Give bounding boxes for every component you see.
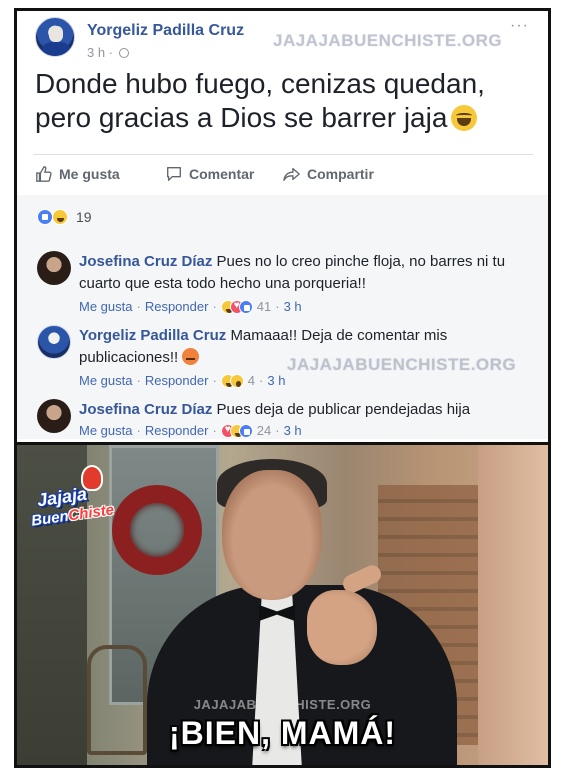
share-icon xyxy=(283,167,300,181)
comment-time[interactable]: 3 h xyxy=(284,299,302,314)
commenter-avatar[interactable] xyxy=(37,399,71,433)
site-logo: Jajaja BuenChiste xyxy=(30,465,127,535)
comment-time[interactable]: 3 h xyxy=(284,423,302,438)
haha-reaction-icon xyxy=(52,209,68,225)
reaction-count: 19 xyxy=(76,209,92,225)
avatar-body xyxy=(42,42,70,56)
laughing-emoji-icon xyxy=(451,105,478,131)
angry-emoji-icon xyxy=(182,348,200,365)
watermark: JAJAJABUENCHISTE.ORG xyxy=(273,31,503,50)
comment-reactions[interactable] xyxy=(220,373,244,388)
comment-reaction-count: 41 xyxy=(256,299,272,314)
divider xyxy=(33,154,533,155)
reaction-summary[interactable]: 19 xyxy=(37,209,92,225)
meme-frame: Yorgeliz Padilla Cruz 3 h · ··· JAJAJABU… xyxy=(14,8,551,768)
commenter-avatar[interactable] xyxy=(37,251,71,285)
like-reaction-icon xyxy=(238,299,253,314)
meme-watermark: JAJAJABUENCHISTE.ORG xyxy=(193,697,372,712)
post-actions: Me gusta Comentar Compartir xyxy=(33,161,533,193)
share-button[interactable]: Compartir xyxy=(283,165,374,183)
like-button[interactable]: Me gusta xyxy=(35,165,120,183)
comments-section: 19 Josefina Cruz Díaz Pues no lo creo pi… xyxy=(17,195,548,439)
share-label: Compartir xyxy=(307,166,374,182)
separator: · xyxy=(136,299,141,314)
comment-like-link[interactable]: Me gusta xyxy=(79,423,132,438)
post-author-name[interactable]: Yorgeliz Padilla Cruz xyxy=(87,22,244,40)
commenter-name[interactable]: Josefina Cruz Díaz xyxy=(79,401,212,418)
comment-reactions[interactable] xyxy=(220,423,253,438)
like-reaction-icon xyxy=(37,209,53,225)
commenter-name[interactable]: Josefina Cruz Díaz xyxy=(79,253,212,270)
separator: · xyxy=(136,423,141,438)
comment-button[interactable]: Comentar xyxy=(165,165,254,183)
comment-reply-link[interactable]: Responder xyxy=(145,373,209,388)
separator: · xyxy=(136,373,141,388)
separator: · xyxy=(259,373,264,388)
comment-meta: Me gusta · Responder · 41 · 3 h xyxy=(79,299,302,314)
logo-buen: Buen xyxy=(30,507,70,530)
comment-meta: Me gusta · Responder · 24 · 3 h xyxy=(79,423,302,438)
comment-reaction-count: 4 xyxy=(247,373,256,388)
globe-icon xyxy=(118,48,129,58)
separator: · xyxy=(275,299,280,314)
post-timestamp[interactable]: 3 h · xyxy=(87,45,129,60)
comment-like-link[interactable]: Me gusta xyxy=(79,373,132,388)
more-options-icon[interactable]: ··· xyxy=(510,17,529,35)
post-text-content: Donde hubo fuego, cenizas quedan, pero g… xyxy=(35,68,485,133)
comment-time[interactable]: 3 h xyxy=(267,373,285,388)
commenter-avatar[interactable] xyxy=(37,325,71,359)
separator: · xyxy=(212,423,217,438)
meme-image: Jajaja BuenChiste JAJAJABUENCHISTE.ORG ¡… xyxy=(17,442,548,765)
post-time: 3 h · xyxy=(87,45,114,60)
comment-reply-link[interactable]: Responder xyxy=(145,299,209,314)
thumbs-up-icon xyxy=(36,166,52,182)
comment-icon xyxy=(167,167,181,181)
separator: · xyxy=(275,423,280,438)
comment-reaction-count: 24 xyxy=(256,423,272,438)
separator: · xyxy=(212,299,217,314)
comment-label: Comentar xyxy=(189,166,255,182)
comment-body: Josefina Cruz Díaz Pues deja de publicar… xyxy=(79,399,529,421)
watermark: JAJAJABUENCHISTE.ORG xyxy=(287,355,517,374)
pointing-hand xyxy=(307,590,377,665)
like-reaction-icon xyxy=(238,423,253,438)
like-label: Me gusta xyxy=(59,166,120,182)
comment-body: Josefina Cruz Díaz Pues no lo creo pinch… xyxy=(79,251,529,295)
separator: · xyxy=(212,373,217,388)
author-avatar[interactable] xyxy=(35,17,75,57)
commenter-name[interactable]: Yorgeliz Padilla Cruz xyxy=(79,327,226,344)
comment-reactions[interactable] xyxy=(220,299,253,314)
man-head xyxy=(222,470,322,600)
post-text: Donde hubo fuego, cenizas quedan, pero g… xyxy=(35,67,545,135)
comment-reply-link[interactable]: Responder xyxy=(145,423,209,438)
avatar-face xyxy=(49,26,63,42)
wow-reaction-icon xyxy=(229,373,244,388)
comment-text: Pues deja de publicar pendejadas hija xyxy=(216,401,471,418)
meme-caption: ¡BIEN, MAMÁ! xyxy=(168,715,397,751)
facebook-post: Yorgeliz Padilla Cruz 3 h · ··· JAJAJABU… xyxy=(17,11,548,439)
comment-like-link[interactable]: Me gusta xyxy=(79,299,132,314)
comment-meta: Me gusta · Responder · 4 · 3 h xyxy=(79,373,285,388)
